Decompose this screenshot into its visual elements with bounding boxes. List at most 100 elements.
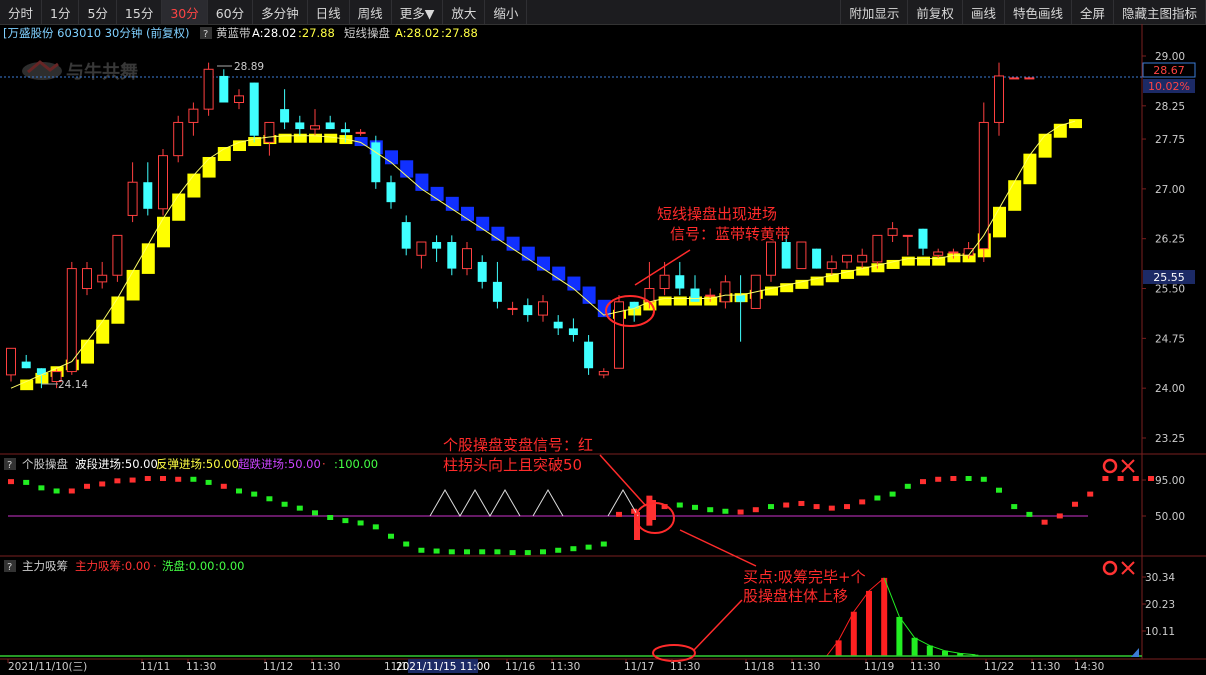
time-label: 11:30 xyxy=(310,661,340,673)
panel2-settings[interactable] xyxy=(1102,458,1135,474)
panel2-bar xyxy=(357,520,364,526)
panel2-bar xyxy=(1056,513,1063,519)
time-label: 11/16 xyxy=(505,661,536,673)
main-legend: [万盛股份 603010 30分钟 (前复权) ? 黄蓝带 A:28.02 :2… xyxy=(3,26,478,40)
zoom-out-button[interactable]: 缩小 xyxy=(485,0,528,24)
indicator-name-1: 黄蓝带 xyxy=(216,26,251,40)
tab-1min[interactable]: 1分 xyxy=(42,0,80,24)
cursor-time-label: 2021/11/15 11:00 xyxy=(396,661,490,673)
panel2-bar xyxy=(327,515,334,520)
price-tick-label: 25.50 xyxy=(1155,284,1185,296)
candle-body xyxy=(416,241,427,256)
tab-60min[interactable]: 60分 xyxy=(208,0,254,24)
panel3-settings[interactable] xyxy=(1102,560,1135,576)
candle-body xyxy=(1009,77,1020,80)
panel3-tick-label: 20.23 xyxy=(1145,599,1175,611)
time-label: 2021/11/10(三) xyxy=(8,661,87,673)
candle-body xyxy=(736,295,746,302)
candle-body xyxy=(432,242,442,249)
panel3-dot: · xyxy=(153,559,157,573)
panel2-bar xyxy=(175,476,182,482)
band-block xyxy=(901,256,915,266)
buy-point-text-1: 买点:吸筹完毕+个 xyxy=(743,568,866,586)
watermark-logo: 与牛共舞 xyxy=(22,60,138,83)
tab-15min[interactable]: 15分 xyxy=(117,0,163,24)
watermark-text: 与牛共舞 xyxy=(66,61,138,83)
panel2-bar xyxy=(342,518,349,524)
time-label: 11/19 xyxy=(864,661,894,673)
draw-line-button[interactable]: 画线 xyxy=(963,0,1005,24)
panel3-wash: 洗盘:0.00 xyxy=(162,559,214,573)
price-tick-label: 24.00 xyxy=(1155,383,1185,395)
band-block xyxy=(157,216,170,248)
candle-body xyxy=(857,254,868,263)
candle-body xyxy=(553,321,563,329)
svg-text:?: ? xyxy=(7,460,12,471)
time-label: 11/22 xyxy=(984,661,1014,673)
panel2-tick-label: 95.00 xyxy=(1155,475,1185,487)
kline-chart[interactable]: [万盛股份 603010 30分钟 (前复权) ? 黄蓝带 A:28.02 :2… xyxy=(0,24,1206,675)
indicator-name-2: 短线操盘 xyxy=(344,26,390,40)
candle-body xyxy=(82,268,92,290)
panel2-bar xyxy=(1026,511,1033,517)
candle-body xyxy=(675,275,685,289)
turn-signal-text-1: 个股操盘变盘信号：红 xyxy=(443,436,593,454)
tab-weekly[interactable]: 周线 xyxy=(350,0,392,24)
panel2-bar xyxy=(920,479,926,485)
hide-indicator-button[interactable]: 隐藏主图指标 xyxy=(1114,0,1206,24)
candle-body xyxy=(234,95,244,104)
band-centerline xyxy=(10,120,1076,389)
panel2-bar xyxy=(828,505,835,511)
candle-body xyxy=(690,288,700,302)
candle-body xyxy=(371,142,381,183)
price-tick-label: 27.00 xyxy=(1155,184,1185,196)
time-label: 11:30 xyxy=(550,661,580,673)
tab-5min[interactable]: 5分 xyxy=(79,0,117,24)
panel3-bar xyxy=(911,637,918,656)
zoom-in-button[interactable]: 放大 xyxy=(443,0,486,24)
candle-body xyxy=(994,75,1004,123)
panel2-bar xyxy=(236,488,242,494)
panel2-bar xyxy=(1011,504,1018,510)
candle-body xyxy=(523,305,533,316)
panel2-bar xyxy=(281,501,288,507)
settings-icon xyxy=(1102,560,1118,576)
panel2-triangles xyxy=(429,488,639,518)
fullscreen-button[interactable]: 全屏 xyxy=(1072,0,1114,24)
panel2-bar xyxy=(144,476,151,481)
tab-30min[interactable]: 30分 xyxy=(162,0,208,24)
candle-body xyxy=(127,181,138,216)
panel2-bar xyxy=(844,504,850,510)
price-tick-label: 27.75 xyxy=(1155,134,1185,146)
time-label: 11:30 xyxy=(790,661,820,673)
panel3-bars xyxy=(826,577,979,657)
tab-daily[interactable]: 日线 xyxy=(308,0,350,24)
panel2-legend: ? 个股操盘 波段进场:50.00 反弹进场:50.00 超跌进场:50.00 … xyxy=(4,457,378,471)
price-tick-label: 24.75 xyxy=(1155,333,1185,345)
panel2-bar xyxy=(1072,501,1078,507)
extra-display-button[interactable]: 附加显示 xyxy=(841,0,909,24)
price-axis: 29.00 28.25 27.75 27.00 26.25 25.50 24.75 24.00… xyxy=(1142,51,1185,445)
band-block xyxy=(172,193,186,221)
indicator-2-a: A:28.02 xyxy=(395,26,439,40)
tab-multi-min[interactable]: 多分钟 xyxy=(253,0,308,24)
panel3-bar xyxy=(866,590,872,656)
panel2-bar xyxy=(53,488,60,494)
special-draw-button[interactable]: 特色画线 xyxy=(1005,0,1072,24)
panel2-bar xyxy=(798,500,805,506)
band-block xyxy=(1038,133,1052,158)
band-block xyxy=(278,133,292,143)
band-block xyxy=(202,156,216,178)
settings-icon xyxy=(1102,458,1118,474)
band-block xyxy=(141,243,155,274)
time-label: 11/17 xyxy=(624,661,654,673)
forward-adjust-button[interactable]: 前复权 xyxy=(908,0,963,24)
candle-body xyxy=(507,307,518,310)
more-dropdown[interactable]: 更多▼ xyxy=(392,0,444,24)
panel2-rebound-entry: 反弹进场:50.00 xyxy=(156,457,239,471)
current-price-label: 28.67 xyxy=(1153,64,1185,77)
panel2-bar xyxy=(464,549,470,555)
tab-fenshi[interactable]: 分时 xyxy=(0,0,43,24)
panel2-bar xyxy=(585,544,592,550)
band-block xyxy=(415,173,429,191)
